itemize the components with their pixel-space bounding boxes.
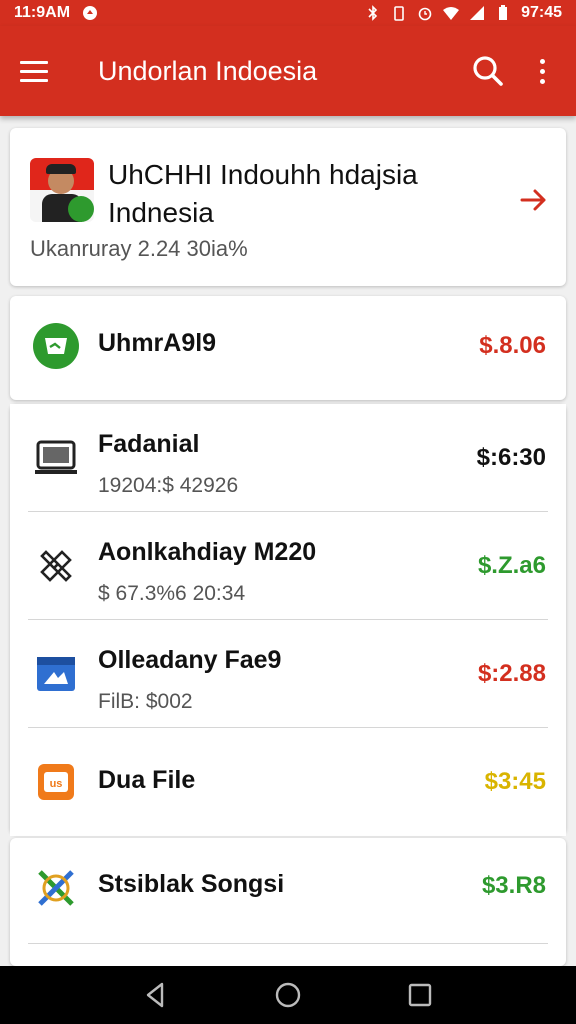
item-price: $.Z.a6	[477, 552, 546, 579]
item-price: $.8.06	[479, 332, 546, 359]
item-name: Dua File	[98, 766, 196, 794]
menu-icon[interactable]	[20, 50, 62, 92]
item-detail: FilB: $002	[98, 690, 193, 713]
featured-title: UhCHHI Indouhh hdajsia Indnesia	[108, 159, 418, 228]
back-icon[interactable]	[138, 977, 174, 1013]
signal-icon	[470, 6, 485, 20]
orange-file-icon: us	[38, 764, 74, 800]
featured-card[interactable]: UhCHHI Indouhh hdajsia Indnesia Ukanrura…	[10, 128, 566, 286]
item-detail: 19204:$ 42926	[98, 474, 239, 497]
item-price: $3:45	[484, 768, 546, 795]
item-price: $:6:30	[476, 444, 546, 471]
recents-icon[interactable]	[402, 977, 438, 1013]
bluetooth-icon	[368, 5, 378, 21]
status-bar: 11:9AM 97:45	[0, 0, 576, 26]
item-price: $3.R8	[481, 872, 546, 899]
status-clock: 97:45	[521, 4, 562, 21]
item-detail: $ 67.3%6 20:34	[98, 582, 246, 605]
battery-icon	[499, 5, 508, 20]
item-name: Fadanial	[98, 430, 200, 458]
cross-arrows-icon	[38, 870, 74, 906]
more-options-icon[interactable]	[532, 51, 552, 91]
featured-subtitle: Ukanruray 2.24 30ia%	[30, 236, 248, 261]
puzzle-icon	[40, 550, 72, 582]
battery-saver-icon	[394, 6, 404, 21]
item-name: Olleadany Fae9	[98, 646, 282, 674]
notification-icon	[83, 6, 98, 20]
list-item[interactable]: Aonlkahdiay M220 $ 67.3%6 20:34 $.Z.a6	[10, 512, 566, 620]
list-item[interactable]: Stsiblak Songsi $3.R8	[10, 840, 566, 948]
app-bar: Undorlan Indoesia	[0, 26, 576, 116]
divider	[28, 943, 548, 944]
item-name: Aonlkahdiay M220	[98, 538, 317, 566]
alarm-icon	[418, 7, 432, 21]
status-time: 11:9AM	[14, 4, 71, 21]
green-chat-icon	[33, 323, 79, 369]
app-title: Undorlan Indoesia	[98, 55, 318, 86]
list-item[interactable]: us Dua File $3:45	[10, 728, 566, 836]
wifi-icon	[443, 7, 460, 20]
svg-text:us: us	[50, 778, 63, 790]
item-name: Stsiblak Songsi	[98, 870, 285, 898]
flag-avatar-icon	[30, 158, 94, 222]
arrow-right-icon[interactable]	[518, 184, 550, 216]
list-item[interactable]: Fadanial 19204:$ 42926 $:6:30	[10, 404, 566, 512]
list-item[interactable]: Olleadany Fae9 FilB: $002 $:2.88	[10, 620, 566, 728]
search-icon[interactable]	[468, 51, 508, 91]
item-price: $:2.88	[477, 660, 546, 687]
laptop-icon	[35, 440, 77, 474]
list-item[interactable]: UhmrA9l9 $.8.06	[10, 296, 566, 400]
navigation-bar	[0, 966, 576, 1024]
browser-icon	[37, 657, 75, 691]
home-icon[interactable]	[270, 977, 306, 1013]
item-name: UhmrA9l9	[98, 329, 217, 357]
